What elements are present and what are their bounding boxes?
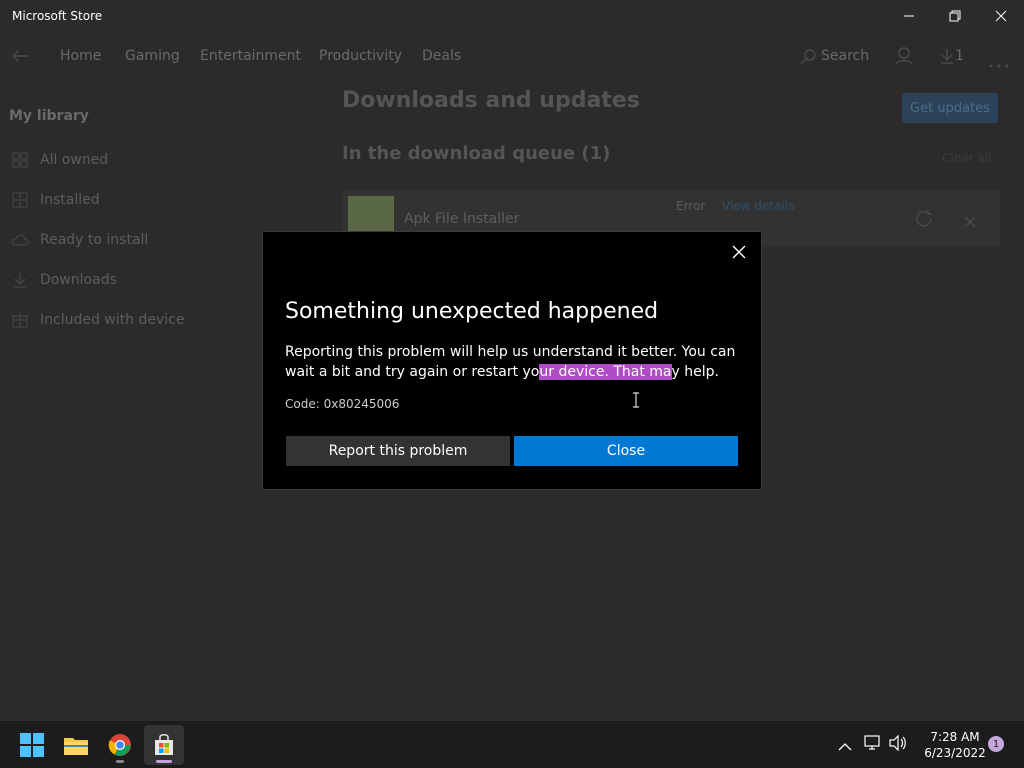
- restore-icon: [949, 10, 961, 22]
- restore-button[interactable]: [932, 0, 978, 32]
- close-icon: [732, 245, 746, 259]
- report-problem-button[interactable]: Report this problem: [286, 436, 510, 466]
- sidebar-item-all-owned[interactable]: All owned: [10, 148, 270, 172]
- queue-title: In the download queue (1): [342, 143, 611, 164]
- minimize-button[interactable]: [886, 0, 932, 32]
- active-indicator: [156, 760, 172, 763]
- nav-entertainment[interactable]: Entertainment: [200, 48, 301, 64]
- close-icon: [995, 10, 1007, 22]
- download-details-link[interactable]: View details: [722, 199, 794, 213]
- nav-bar: Home Gaming Entertainment Productivity D…: [0, 38, 1024, 78]
- sidebar-item-label: All owned: [40, 152, 109, 168]
- store-icon: [155, 734, 173, 755]
- downloads-count: 1: [955, 48, 964, 64]
- close-button[interactable]: Close: [514, 436, 738, 466]
- nav-gaming[interactable]: Gaming: [125, 48, 180, 64]
- microsoft-store-button[interactable]: [144, 725, 184, 765]
- network-icon[interactable]: [864, 735, 882, 755]
- clear-all-link[interactable]: Clear all: [942, 151, 991, 165]
- apps-icon: [10, 190, 30, 210]
- selected-text: ur device. That ma: [539, 364, 672, 380]
- error-dialog: Something unexpected happened Reporting …: [262, 231, 762, 490]
- grid-icon: [10, 150, 30, 170]
- get-updates-button[interactable]: Get updates: [902, 93, 998, 123]
- close-window-button[interactable]: [978, 0, 1024, 32]
- box-icon: [10, 310, 30, 330]
- running-indicator: [116, 760, 124, 763]
- volume-icon[interactable]: [889, 734, 907, 755]
- sidebar-heading: My library: [9, 108, 89, 124]
- sidebar-item-label: Included with device: [40, 312, 185, 328]
- account-icon[interactable]: [894, 46, 914, 70]
- search-icon[interactable]: [800, 49, 816, 69]
- sidebar-item-label: Ready to install: [40, 232, 149, 248]
- nav-home[interactable]: Home: [60, 48, 101, 64]
- nav-deals[interactable]: Deals: [422, 48, 461, 64]
- back-arrow-icon[interactable]: [10, 48, 30, 68]
- taskbar: 7:28 AM 6/23/2022: [0, 720, 1024, 768]
- sidebar-item-installed[interactable]: Installed: [10, 188, 270, 212]
- start-button[interactable]: [12, 725, 52, 765]
- windows-logo-icon: [20, 733, 44, 757]
- clock-date: 6/23/2022: [924, 746, 986, 760]
- app-title: Microsoft Store: [12, 9, 103, 23]
- sidebar-item-downloads[interactable]: Downloads: [10, 268, 270, 292]
- downloads-icon[interactable]: [940, 48, 954, 68]
- dialog-close-button[interactable]: [727, 240, 751, 264]
- clock-time: 7:28 AM: [930, 730, 980, 744]
- page-title: Downloads and updates: [342, 88, 640, 113]
- dialog-title: Something unexpected happened: [285, 299, 659, 324]
- sidebar-item-included-with-device[interactable]: Included with device: [10, 308, 270, 332]
- cancel-download-icon[interactable]: [964, 213, 976, 232]
- dialog-message: Reporting this problem will help us unde…: [285, 342, 741, 382]
- sidebar-item-ready-to-install[interactable]: Ready to install: [10, 228, 270, 252]
- text-cursor-icon: [631, 392, 641, 412]
- retry-icon[interactable]: [914, 209, 934, 233]
- error-code: Code: 0x80245006: [285, 397, 400, 411]
- message-text-end: y help.: [671, 364, 719, 380]
- nav-productivity[interactable]: Productivity: [319, 48, 402, 64]
- folder-icon: [64, 738, 88, 755]
- search-label[interactable]: Search: [821, 48, 869, 64]
- chrome-icon: [108, 734, 131, 756]
- download-icon: [10, 270, 30, 290]
- more-icon[interactable]: [988, 54, 1010, 73]
- clock[interactable]: 7:28 AM 6/23/2022: [920, 729, 990, 761]
- download-app-name: Apk File Installer: [404, 211, 520, 227]
- chevron-up-icon[interactable]: [838, 737, 852, 756]
- download-status: Error: [676, 199, 706, 213]
- chrome-button[interactable]: [100, 725, 140, 765]
- minimize-icon: [904, 15, 914, 17]
- sidebar-item-label: Downloads: [40, 272, 117, 288]
- sidebar-item-label: Installed: [40, 192, 100, 208]
- title-bar: Microsoft Store: [0, 0, 1024, 34]
- notification-badge[interactable]: 1: [988, 736, 1004, 752]
- cloud-icon: [10, 230, 30, 250]
- file-explorer-button[interactable]: [56, 725, 96, 765]
